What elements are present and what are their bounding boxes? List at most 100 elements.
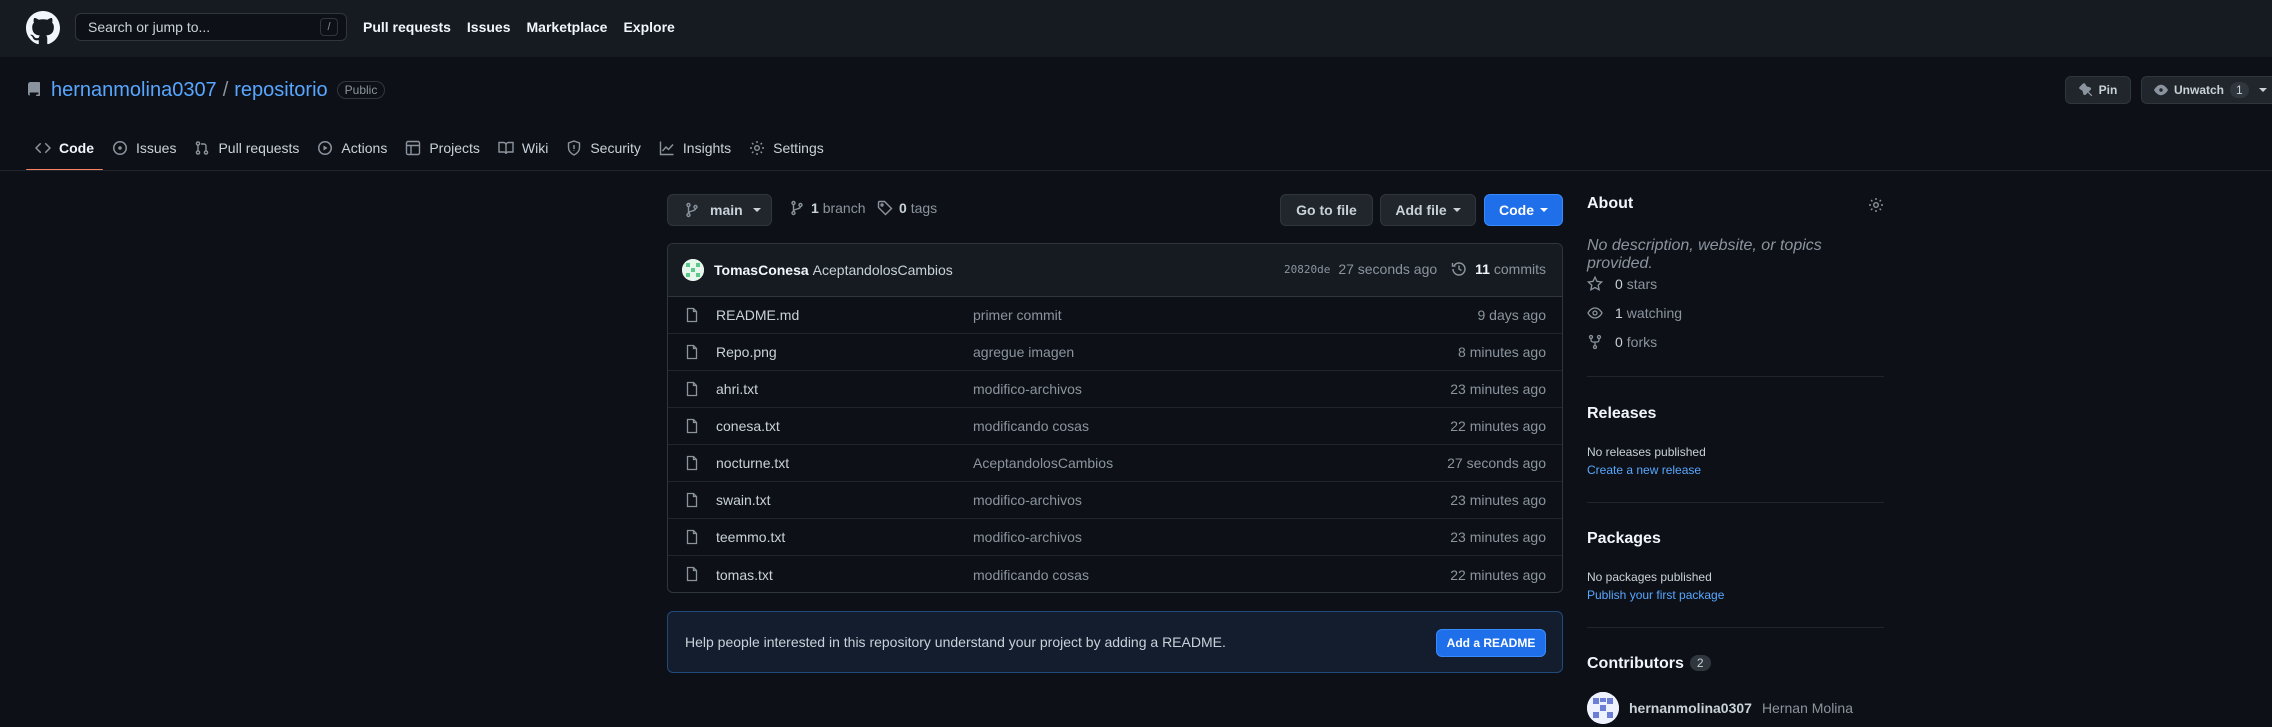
tab-actions[interactable]: Actions bbox=[308, 133, 396, 170]
about-description: No description, website, or topics provi… bbox=[1587, 237, 1822, 272]
watchers-link[interactable]: 1 watching bbox=[1587, 305, 1682, 321]
tab-settings[interactable]: Settings bbox=[740, 133, 833, 170]
forks-link[interactable]: 0 forks bbox=[1587, 334, 1657, 350]
fork-icon bbox=[1588, 334, 1602, 350]
issue-icon bbox=[113, 140, 127, 155]
commit-sha[interactable]: 20820de bbox=[1284, 263, 1330, 276]
file-name-link[interactable]: Repo.png bbox=[716, 344, 777, 360]
file-age: 22 minutes ago bbox=[1450, 566, 1546, 583]
book-icon bbox=[498, 141, 514, 154]
tab-code-label: Code bbox=[59, 139, 94, 156]
repo-name-link[interactable]: repositorio bbox=[234, 79, 327, 102]
tag-icon bbox=[877, 200, 893, 216]
file-commit-message[interactable]: modificando cosas bbox=[973, 567, 1089, 583]
create-release-link[interactable]: Create a new release bbox=[1587, 463, 1701, 477]
tab-wiki[interactable]: Wiki bbox=[489, 133, 557, 170]
commit-count: 11 bbox=[1475, 261, 1490, 277]
search-input[interactable]: Search or jump to... / bbox=[75, 13, 347, 41]
tab-pull-requests[interactable]: Pull requests bbox=[185, 133, 308, 170]
file-commit-message[interactable]: modifico-archivos bbox=[973, 381, 1082, 397]
publish-package-link[interactable]: Publish your first package bbox=[1587, 588, 1724, 602]
file-commit-message[interactable]: modifico-archivos bbox=[973, 529, 1082, 545]
stars-link[interactable]: 0 stars bbox=[1587, 276, 1657, 292]
contributors-heading[interactable]: Contributors 2 bbox=[1587, 655, 1711, 673]
search-placeholder: Search or jump to... bbox=[88, 19, 211, 35]
tab-insights[interactable]: Insights bbox=[650, 133, 740, 170]
tab-issues[interactable]: Issues bbox=[103, 133, 185, 170]
code-icon bbox=[35, 142, 51, 153]
file-name-link[interactable]: README.md bbox=[716, 307, 799, 323]
nav-issues[interactable]: Issues bbox=[467, 19, 511, 35]
stars-label: stars bbox=[1626, 276, 1658, 292]
file-commit-message[interactable]: modificando cosas bbox=[973, 418, 1089, 434]
code-button[interactable]: Code bbox=[1484, 194, 1563, 226]
eye-icon bbox=[2154, 84, 2168, 96]
tab-security[interactable]: Security bbox=[557, 133, 650, 170]
top-header: Search or jump to... / Pull requests Iss… bbox=[0, 0, 2272, 57]
contributor-login[interactable]: hernanmolina0307 bbox=[1629, 700, 1752, 716]
branch-select-button[interactable]: main bbox=[667, 194, 772, 226]
tab-insights-label: Insights bbox=[682, 139, 732, 156]
file-name-link[interactable]: swain.txt bbox=[716, 492, 770, 508]
file-commit-message[interactable]: AceptandolosCambios bbox=[973, 455, 1113, 471]
unwatch-button[interactable]: Unwatch 1 bbox=[2141, 76, 2272, 104]
file-name-link[interactable]: ahri.txt bbox=[716, 381, 758, 397]
tab-security-label: Security bbox=[590, 139, 641, 156]
repo-tabs: Code Issues Pull requests Actions Projec… bbox=[26, 133, 833, 171]
avatar[interactable] bbox=[682, 259, 704, 281]
branch-count-label: branch bbox=[822, 200, 866, 216]
add-file-button[interactable]: Add file bbox=[1380, 194, 1476, 226]
releases-heading[interactable]: Releases bbox=[1587, 405, 1656, 423]
commit-message[interactable]: AceptandolosCambios bbox=[813, 262, 953, 278]
identicon-icon bbox=[682, 259, 704, 281]
table-row: ahri.txt modifico-archivos 23 minutes ag… bbox=[668, 371, 1562, 408]
file-icon bbox=[686, 492, 698, 508]
avatar[interactable] bbox=[1587, 692, 1619, 724]
tabs-divider bbox=[0, 170, 2272, 171]
file-name-link[interactable]: tomas.txt bbox=[716, 567, 773, 583]
file-age: 23 minutes ago bbox=[1450, 529, 1546, 545]
file-name-link[interactable]: nocturne.txt bbox=[716, 455, 789, 471]
repo-icon bbox=[27, 82, 40, 96]
pin-button[interactable]: Pin bbox=[2065, 76, 2131, 104]
file-age: 8 minutes ago bbox=[1458, 344, 1546, 360]
file-name-link[interactable]: conesa.txt bbox=[716, 418, 780, 434]
gear-icon[interactable] bbox=[1868, 197, 1884, 213]
repo-owner-link[interactable]: hernanmolina0307 bbox=[51, 79, 217, 102]
branches-link[interactable]: 1 branch bbox=[789, 200, 866, 216]
commit-meta: 20820de 27 seconds ago 11 commits bbox=[1284, 261, 1546, 277]
sidebar: About No description, website, or topics… bbox=[1587, 195, 1884, 724]
nav-pull-requests[interactable]: Pull requests bbox=[363, 19, 451, 35]
table-row: tomas.txt modificando cosas 22 minutes a… bbox=[668, 556, 1562, 592]
nav-marketplace[interactable]: Marketplace bbox=[527, 19, 608, 35]
tab-code[interactable]: Code bbox=[26, 133, 103, 171]
file-name-link[interactable]: teemmo.txt bbox=[716, 529, 785, 545]
file-commit-message[interactable]: primer commit bbox=[973, 307, 1062, 323]
commit-author[interactable]: TomasConesa bbox=[714, 262, 809, 278]
nav-explore[interactable]: Explore bbox=[623, 19, 674, 35]
go-to-file-button[interactable]: Go to file bbox=[1280, 194, 1373, 226]
chevron-down-icon bbox=[752, 208, 761, 212]
file-list: TomasConesa AceptandolosCambios 20820de … bbox=[667, 243, 1563, 593]
tags-link[interactable]: 0 tags bbox=[877, 200, 937, 216]
chevron-down-icon[interactable] bbox=[2258, 88, 2267, 92]
file-age: 23 minutes ago bbox=[1450, 492, 1546, 508]
add-readme-button[interactable]: Add a README bbox=[1436, 629, 1546, 657]
tab-projects[interactable]: Projects bbox=[396, 133, 489, 170]
tab-settings-label: Settings bbox=[773, 139, 824, 156]
stars-count: 0 bbox=[1615, 276, 1623, 292]
contributor-item[interactable]: hernanmolina0307 Hernan Molina bbox=[1587, 692, 1853, 724]
commit-count-label: commits bbox=[1493, 261, 1546, 277]
about-heading: About bbox=[1587, 195, 1634, 212]
gear-icon bbox=[750, 140, 765, 155]
pull-request-icon bbox=[196, 140, 209, 155]
forks-count: 0 bbox=[1615, 334, 1623, 350]
packages-heading[interactable]: Packages bbox=[1587, 530, 1661, 548]
file-commit-message[interactable]: agregue imagen bbox=[973, 344, 1074, 360]
github-logo-icon[interactable] bbox=[26, 11, 60, 45]
search-shortcut-key: / bbox=[320, 18, 338, 36]
branch-icon bbox=[686, 202, 698, 218]
file-commit-message[interactable]: modifico-archivos bbox=[973, 492, 1082, 508]
add-file-label: Add file bbox=[1395, 202, 1447, 218]
commits-link[interactable]: 11 commits bbox=[1475, 261, 1546, 277]
